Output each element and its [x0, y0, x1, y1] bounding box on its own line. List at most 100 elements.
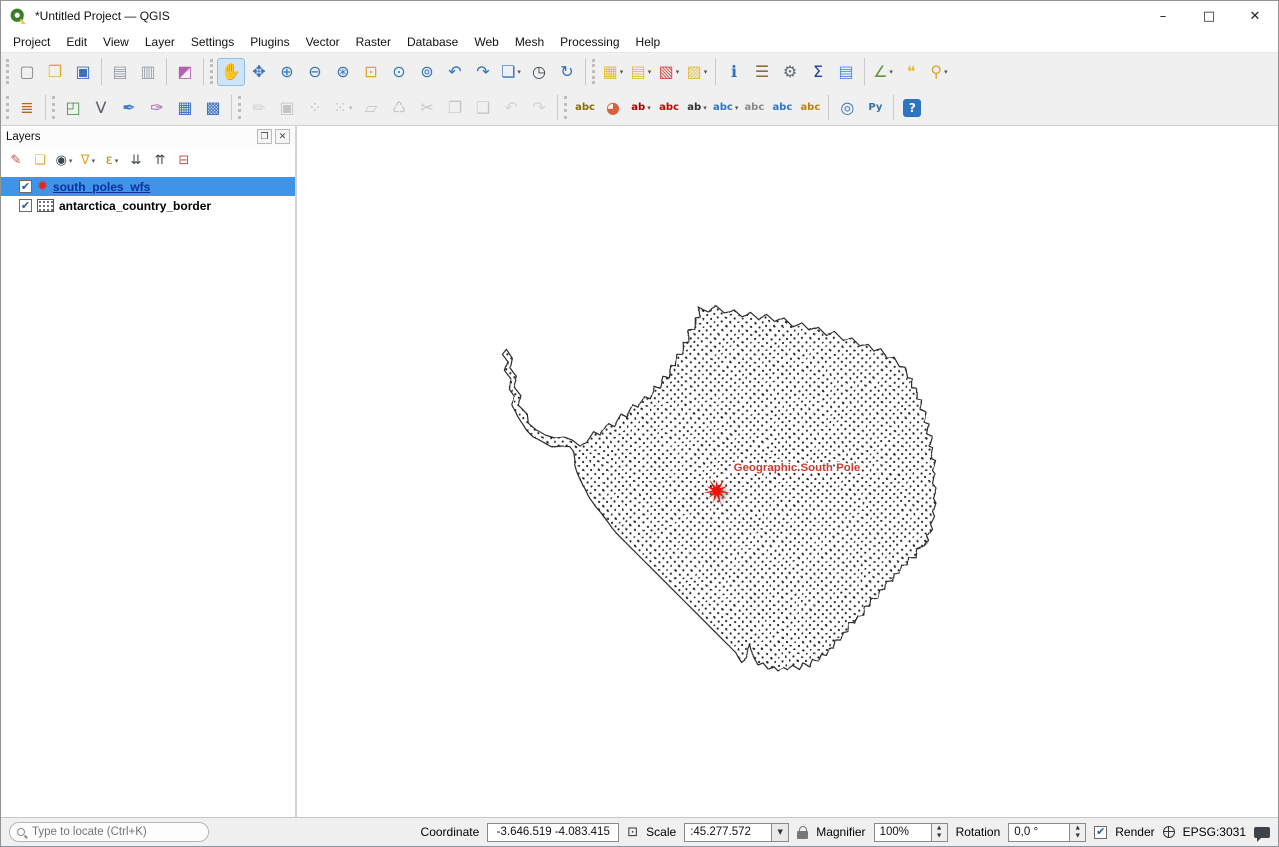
zoom-last-icon[interactable]: ↶ [442, 59, 468, 85]
new-shapefile-layer-icon[interactable]: V [88, 95, 114, 121]
menu-database[interactable]: Database [399, 32, 466, 52]
menu-edit[interactable]: Edit [58, 32, 95, 52]
open-layer-styling-icon[interactable]: ✎ [5, 150, 27, 172]
rotation-spinbox[interactable]: 0,0 ° ▲▼ [1008, 823, 1086, 842]
remove-layer-icon[interactable]: ⊟ [173, 150, 195, 172]
minimize-button[interactable]: – [1140, 1, 1186, 31]
panel-undock-icon[interactable]: ❐ [257, 129, 272, 144]
spinner-arrows-icon[interactable]: ▲▼ [1070, 823, 1086, 842]
zoom-to-layer-icon[interactable]: ⊙ [386, 59, 412, 85]
new-virtual-layer-icon[interactable]: ▦ [172, 95, 198, 121]
manage-map-themes-icon[interactable]: ◉ [53, 150, 75, 172]
panel-close-icon[interactable]: ✕ [275, 129, 290, 144]
filter-legend-icon[interactable]: ∇ [77, 150, 99, 172]
move-label-icon[interactable]: ab [684, 95, 710, 121]
locate-search-box[interactable] [9, 822, 209, 842]
menu-web[interactable]: Web [466, 32, 506, 52]
locate-search-input[interactable] [30, 825, 190, 839]
crs-value[interactable]: EPSG:3031 [1183, 825, 1246, 839]
scale-lock-icon[interactable] [797, 831, 808, 839]
menu-view[interactable]: View [95, 32, 137, 52]
zoom-full-icon[interactable]: ⊛ [330, 59, 356, 85]
menu-layer[interactable]: Layer [137, 32, 183, 52]
new-project-icon[interactable]: ▢ [14, 59, 40, 85]
menu-raster[interactable]: Raster [348, 32, 399, 52]
scale-combobox[interactable]: :45.277.572 ▼ [684, 823, 789, 842]
save-project-icon[interactable]: ▣ [70, 59, 96, 85]
metasearch-icon[interactable]: ◎ [834, 95, 860, 121]
menu-processing[interactable]: Processing [552, 32, 627, 52]
scale-label: Scale [646, 825, 676, 839]
zoom-in-icon[interactable]: ⊕ [274, 59, 300, 85]
render-checkbox[interactable] [1094, 826, 1107, 839]
messages-icon[interactable] [1254, 827, 1270, 838]
options-gear-icon[interactable]: ⚙ [777, 59, 803, 85]
new-map-view-icon[interactable]: ❏ [498, 59, 524, 85]
new-temporary-layer-icon[interactable]: ✑ [144, 95, 170, 121]
highlight-pinned-labels-icon[interactable]: abc [656, 95, 682, 121]
search-icon [17, 828, 25, 836]
zoom-next-icon[interactable]: ↷ [470, 59, 496, 85]
open-project-icon[interactable]: ❒ [42, 59, 68, 85]
layer-diagram-options-icon[interactable]: ◕ [600, 95, 626, 121]
pin-unpin-labels-icon[interactable]: ab [628, 95, 654, 121]
temporal-controller-icon[interactable]: ◷ [526, 59, 552, 85]
show-statistics-icon[interactable]: Σ [805, 59, 831, 85]
layer-visibility-checkbox[interactable] [19, 180, 32, 193]
show-hide-labels-icon[interactable]: abc [712, 95, 739, 121]
statistical-summary-icon[interactable]: ☰ [749, 59, 775, 85]
layer-visibility-checkbox[interactable] [19, 199, 32, 212]
layers-panel-header: Layers ❐ ✕ [1, 126, 295, 147]
pan-to-selection-icon[interactable]: ✥ [246, 59, 272, 85]
search-tool-icon[interactable]: ⚲ [926, 59, 952, 85]
select-features-icon[interactable]: ▦ [600, 59, 626, 85]
filter-by-expression-icon[interactable]: ε [101, 150, 123, 172]
maximize-button[interactable]: □ [1186, 1, 1232, 31]
new-mesh-layer-icon[interactable]: ▩ [200, 95, 226, 121]
measure-icon[interactable]: ∠ [870, 59, 896, 85]
data-source-manager-icon[interactable]: ≣ [14, 95, 40, 121]
magnifier-spinbox[interactable]: 100% ▲▼ [874, 823, 948, 842]
identify-features-icon[interactable]: ℹ [721, 59, 747, 85]
select-by-value-icon[interactable]: ▤ [628, 59, 654, 85]
select-by-form-icon[interactable]: ▨ [684, 59, 710, 85]
style-manager-icon[interactable]: ◩ [172, 59, 198, 85]
pan-map-icon[interactable]: ✋ [218, 59, 244, 85]
rotate-label-icon[interactable]: abc [769, 95, 795, 121]
coordinate-value-box[interactable]: -3.646.519 -4.083.415 [487, 823, 619, 842]
layer-item-south_poles_wfs[interactable]: ✹south_poles_wfs [1, 177, 295, 196]
show-layout-manager-icon[interactable]: ▥ [135, 59, 161, 85]
zoom-to-native-icon[interactable]: ⊚ [414, 59, 440, 85]
help-icon[interactable]: ? [899, 95, 925, 121]
menu-mesh[interactable]: Mesh [507, 32, 552, 52]
open-attribute-table-icon[interactable]: ▤ [833, 59, 859, 85]
label-properties-icon[interactable]: abc [797, 95, 823, 121]
expand-all-icon[interactable]: ⇊ [125, 150, 147, 172]
zoom-out-icon[interactable]: ⊖ [302, 59, 328, 85]
menu-project[interactable]: Project [5, 32, 58, 52]
collapse-all-icon[interactable]: ⇈ [149, 150, 171, 172]
refresh-map-icon[interactable]: ↻ [554, 59, 580, 85]
map-tips-icon[interactable]: ❝ [898, 59, 924, 85]
chevron-down-icon[interactable]: ▼ [772, 823, 789, 842]
polygon-pattern-symbol-icon [37, 199, 54, 212]
menu-plugins[interactable]: Plugins [242, 32, 297, 52]
new-spatialite-layer-icon[interactable]: ✒ [116, 95, 142, 121]
spinner-arrows-icon[interactable]: ▲▼ [932, 823, 948, 842]
add-group-icon[interactable]: ❏ [29, 150, 51, 172]
new-print-layout-icon[interactable]: ▤ [107, 59, 133, 85]
new-geopackage-layer-icon[interactable]: ◰ [60, 95, 86, 121]
menu-vector[interactable]: Vector [298, 32, 348, 52]
extents-toggle-icon[interactable]: ⊡ [627, 825, 638, 840]
layer-item-antarctica_country_border[interactable]: antarctica_country_border [1, 196, 295, 215]
python-console-icon[interactable]: Py [862, 95, 888, 121]
menu-help[interactable]: Help [628, 32, 669, 52]
map-canvas[interactable]: Geographic South Pole [299, 126, 1278, 817]
crs-globe-icon[interactable] [1163, 826, 1175, 838]
change-label-icon[interactable]: abc [741, 95, 767, 121]
close-button[interactable]: ✕ [1232, 1, 1278, 31]
zoom-to-selection-icon[interactable]: ⊡ [358, 59, 384, 85]
menu-settings[interactable]: Settings [183, 32, 242, 52]
deselect-features-icon[interactable]: ▧ [656, 59, 682, 85]
layer-labeling-options-icon[interactable]: abc [572, 95, 598, 121]
